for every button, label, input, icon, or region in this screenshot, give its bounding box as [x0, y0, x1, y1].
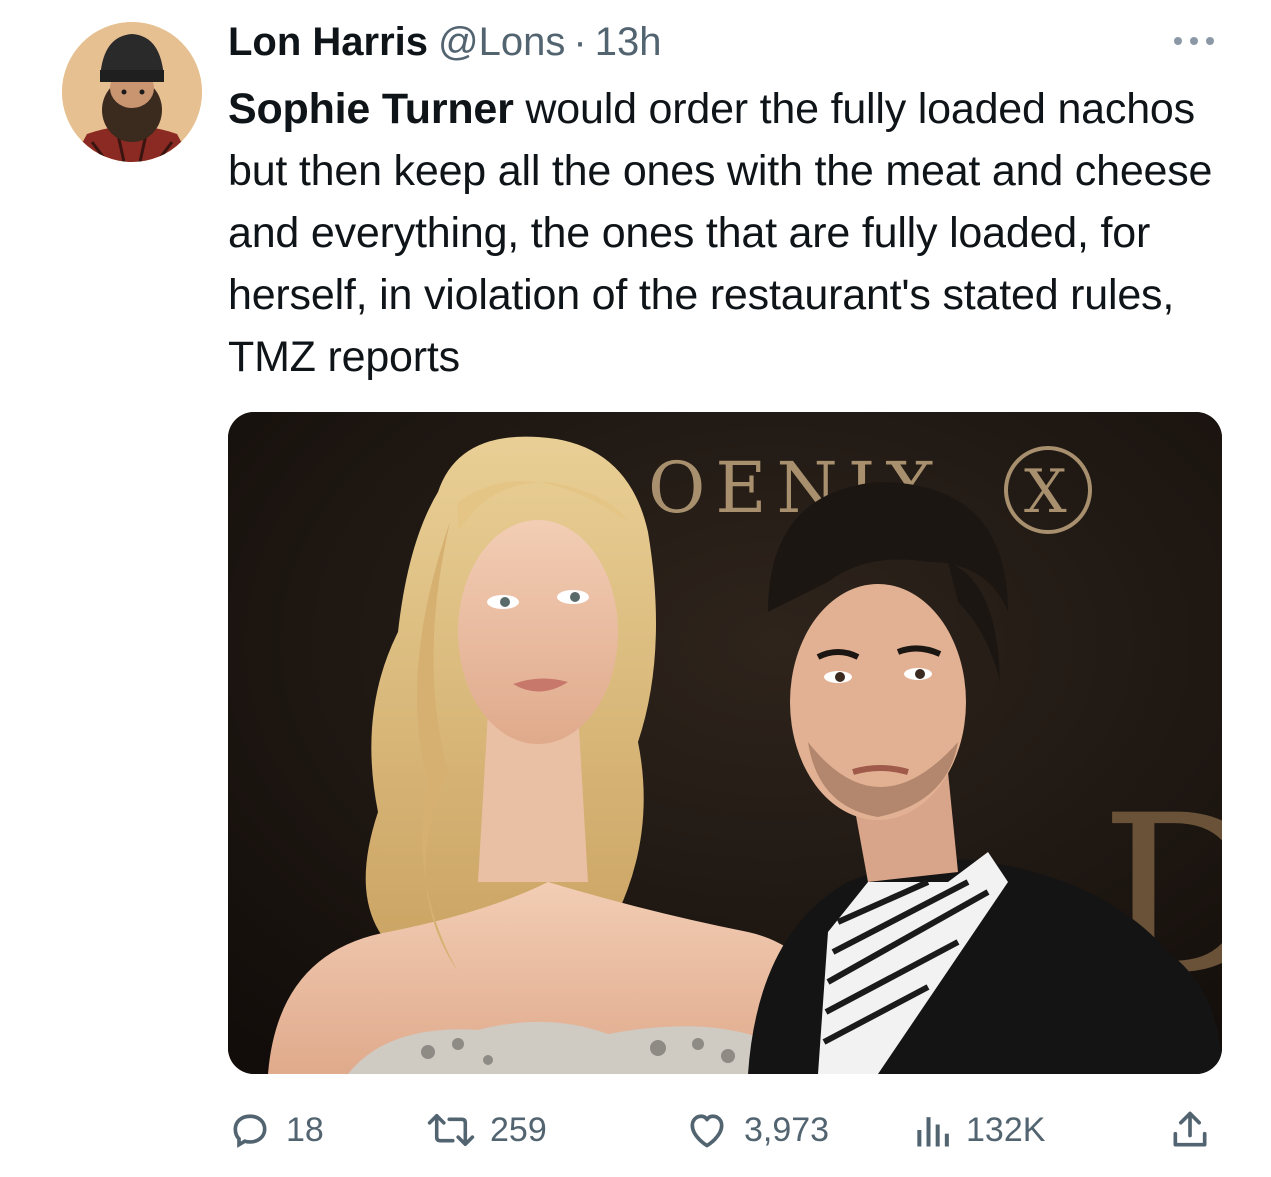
tweet-header: Lon Harris @Lons · 13h — [228, 20, 661, 70]
reply-button[interactable]: 18 — [228, 1100, 324, 1160]
more-options-button[interactable] — [1168, 28, 1220, 54]
backdrop-logo: X — [1024, 457, 1067, 527]
more-icon — [1174, 37, 1214, 45]
reply-icon — [233, 1114, 267, 1148]
retweet-button[interactable]: 259 — [426, 1100, 547, 1160]
retweet-count: 259 — [490, 1110, 547, 1149]
author-display-name[interactable]: Lon Harris — [228, 20, 428, 65]
avatar[interactable] — [62, 22, 202, 162]
avatar-image — [62, 22, 202, 162]
like-count: 3,973 — [744, 1110, 830, 1149]
header-separator: · — [573, 20, 587, 64]
tweet: Lon Harris @Lons · 13h Sophie Turner wou… — [0, 0, 1271, 1177]
retweet-icon — [427, 1113, 475, 1147]
media-photo: OENIX X D — [228, 412, 1222, 1074]
views-count: 132K — [966, 1110, 1046, 1149]
reply-count: 18 — [286, 1110, 324, 1149]
tweet-text: Sophie Turner would order the fully load… — [228, 78, 1228, 388]
tweet-timestamp[interactable]: 13h — [595, 20, 662, 65]
share-button[interactable] — [1168, 1100, 1212, 1160]
share-icon — [1173, 1111, 1207, 1147]
tweet-media-image[interactable]: OENIX X D — [228, 412, 1222, 1074]
like-button[interactable]: 3,973 — [684, 1100, 829, 1160]
tweet-action-bar: 18 259 3,973 132K — [228, 1100, 1222, 1160]
views-icon — [917, 1117, 949, 1147]
views-button[interactable]: 132K — [912, 1100, 1045, 1160]
heart-icon — [690, 1114, 724, 1148]
author-handle[interactable]: @Lons — [438, 20, 565, 65]
tweet-text-mention[interactable]: Sophie Turner — [228, 85, 514, 133]
